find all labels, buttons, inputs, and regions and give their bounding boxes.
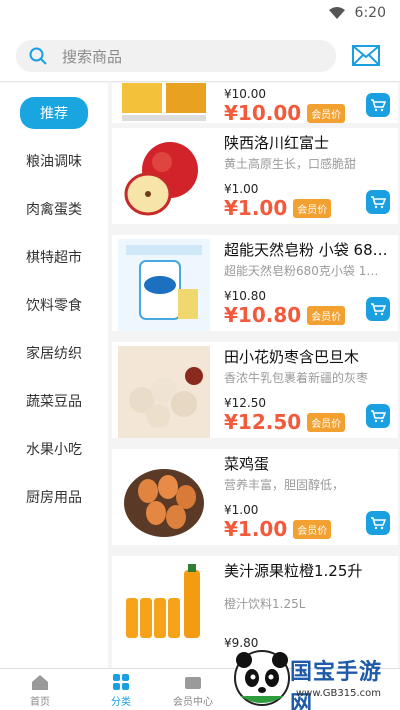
member-badge: 会员价 <box>293 519 332 539</box>
product-desc: 黄土高原生长，口感脆甜 <box>224 157 357 171</box>
product-list: ¥10.00 ¥10.00 会员价 陕西洛川红富士 黄土高原生长，口感脆甜 ¥1… <box>108 83 400 668</box>
member-badge: 会员价 <box>307 103 346 123</box>
product-image <box>118 453 210 545</box>
product-price: ¥10.00 <box>224 87 266 101</box>
product-item[interactable]: 菜鸡蛋 营养丰富，胆固醇低， ¥1.00 ¥1.00 会员价 <box>112 449 398 545</box>
member-badge: 会员价 <box>307 412 346 432</box>
cart-icon <box>371 517 386 530</box>
member-price: ¥12.50 会员价 <box>224 410 346 434</box>
cart-icon <box>371 303 386 316</box>
status-time: 6:20 <box>354 5 386 21</box>
watermark-title: 国宝手游网 <box>290 660 383 710</box>
add-to-cart-button[interactable] <box>366 404 390 428</box>
home-icon <box>32 675 48 690</box>
product-desc: 香浓牛乳包裹着新疆的灰枣 <box>224 371 369 385</box>
sidebar-item-grain-oil[interactable]: 粮油调味 <box>0 137 108 185</box>
product-price: ¥12.50 <box>224 396 266 410</box>
product-desc: 营养丰富，胆固醇低， <box>224 478 345 492</box>
product-price: ¥1.00 <box>224 182 259 196</box>
tab-category[interactable]: 分类 <box>86 673 156 708</box>
member-price: ¥1.00 会员价 <box>224 196 332 220</box>
product-desc: 超能天然皂粉680克小袋 1… <box>224 264 379 278</box>
grid-icon <box>113 674 129 690</box>
product-image <box>118 83 210 123</box>
mail-icon[interactable] <box>352 44 380 68</box>
product-price: ¥10.80 <box>224 289 266 303</box>
member-price: ¥1.00 会员价 <box>224 517 332 541</box>
header: 搜索商品 <box>0 26 400 82</box>
product-image <box>118 239 210 331</box>
search-placeholder: 搜索商品 <box>62 47 123 66</box>
product-item[interactable]: 田小花奶枣含巴旦木 香浓牛乳包裹着新疆的灰枣 ¥12.50 ¥12.50 会员价 <box>112 342 398 438</box>
cart-icon <box>371 410 386 423</box>
product-item[interactable]: 超能天然皂粉 小袋 680g 超能天然皂粉680克小袋 1… ¥10.80 ¥1… <box>112 235 398 331</box>
wifi-icon <box>328 7 345 19</box>
member-badge: 会员价 <box>293 198 332 218</box>
sidebar-item-recommend[interactable]: 推荐 <box>0 89 108 137</box>
sidebar-item-drinks-snacks[interactable]: 饮料零食 <box>0 281 108 329</box>
add-to-cart-button[interactable] <box>366 297 390 321</box>
cart-icon <box>371 99 386 112</box>
product-name: 美汁源果粒橙1.25升 <box>224 562 363 580</box>
sidebar-item-fruit-snacks[interactable]: 水果小吃 <box>0 425 108 473</box>
site-watermark: 国宝手游网 www.GB315.com <box>230 646 400 710</box>
member-badge: 会员价 <box>307 305 346 325</box>
sidebar-item-supermarket[interactable]: 棋特超市 <box>0 233 108 281</box>
product-image <box>118 132 210 224</box>
add-to-cart-button[interactable] <box>366 190 390 214</box>
sidebar-item-kitchen[interactable]: 厨房用品 <box>0 473 108 521</box>
sidebar-item-vegetables[interactable]: 蔬菜豆品 <box>0 377 108 425</box>
sidebar-item-home-textiles[interactable]: 家居纺织 <box>0 329 108 377</box>
product-price: ¥1.00 <box>224 503 259 517</box>
search-input[interactable]: 搜索商品 <box>16 40 336 72</box>
search-icon <box>29 47 47 65</box>
status-bar: 6:20 <box>0 0 400 26</box>
panda-logo-icon <box>234 650 290 706</box>
product-image <box>118 560 210 652</box>
watermark-url: www.GB315.com <box>296 688 382 699</box>
product-image <box>118 346 210 438</box>
tab-member[interactable]: 会员中心 <box>158 673 228 708</box>
member-price: ¥10.00 会员价 <box>224 101 346 125</box>
member-price: ¥10.80 会员价 <box>224 303 346 327</box>
product-item[interactable]: ¥10.00 ¥10.00 会员价 <box>112 83 398 125</box>
member-icon <box>185 677 201 689</box>
product-name: 陕西洛川红富士 <box>224 134 330 152</box>
product-name: 超能天然皂粉 小袋 680g <box>224 241 388 259</box>
sidebar-item-meat-eggs[interactable]: 肉禽蛋类 <box>0 185 108 233</box>
product-item[interactable]: 陕西洛川红富士 黄土高原生长，口感脆甜 ¥1.00 ¥1.00 会员价 <box>112 128 398 224</box>
product-name: 菜鸡蛋 <box>224 455 270 473</box>
category-sidebar: 推荐 粮油调味 肉禽蛋类 棋特超市 饮料零食 家居纺织 蔬菜豆品 水果小吃 厨房… <box>0 83 108 668</box>
tab-home[interactable]: 首页 <box>5 673 75 708</box>
add-to-cart-button[interactable] <box>366 511 390 535</box>
cart-icon <box>371 196 386 209</box>
product-desc: 橙汁饮料1.25L <box>224 597 306 611</box>
add-to-cart-button[interactable] <box>366 93 390 117</box>
product-name: 田小花奶枣含巴旦木 <box>224 348 360 366</box>
